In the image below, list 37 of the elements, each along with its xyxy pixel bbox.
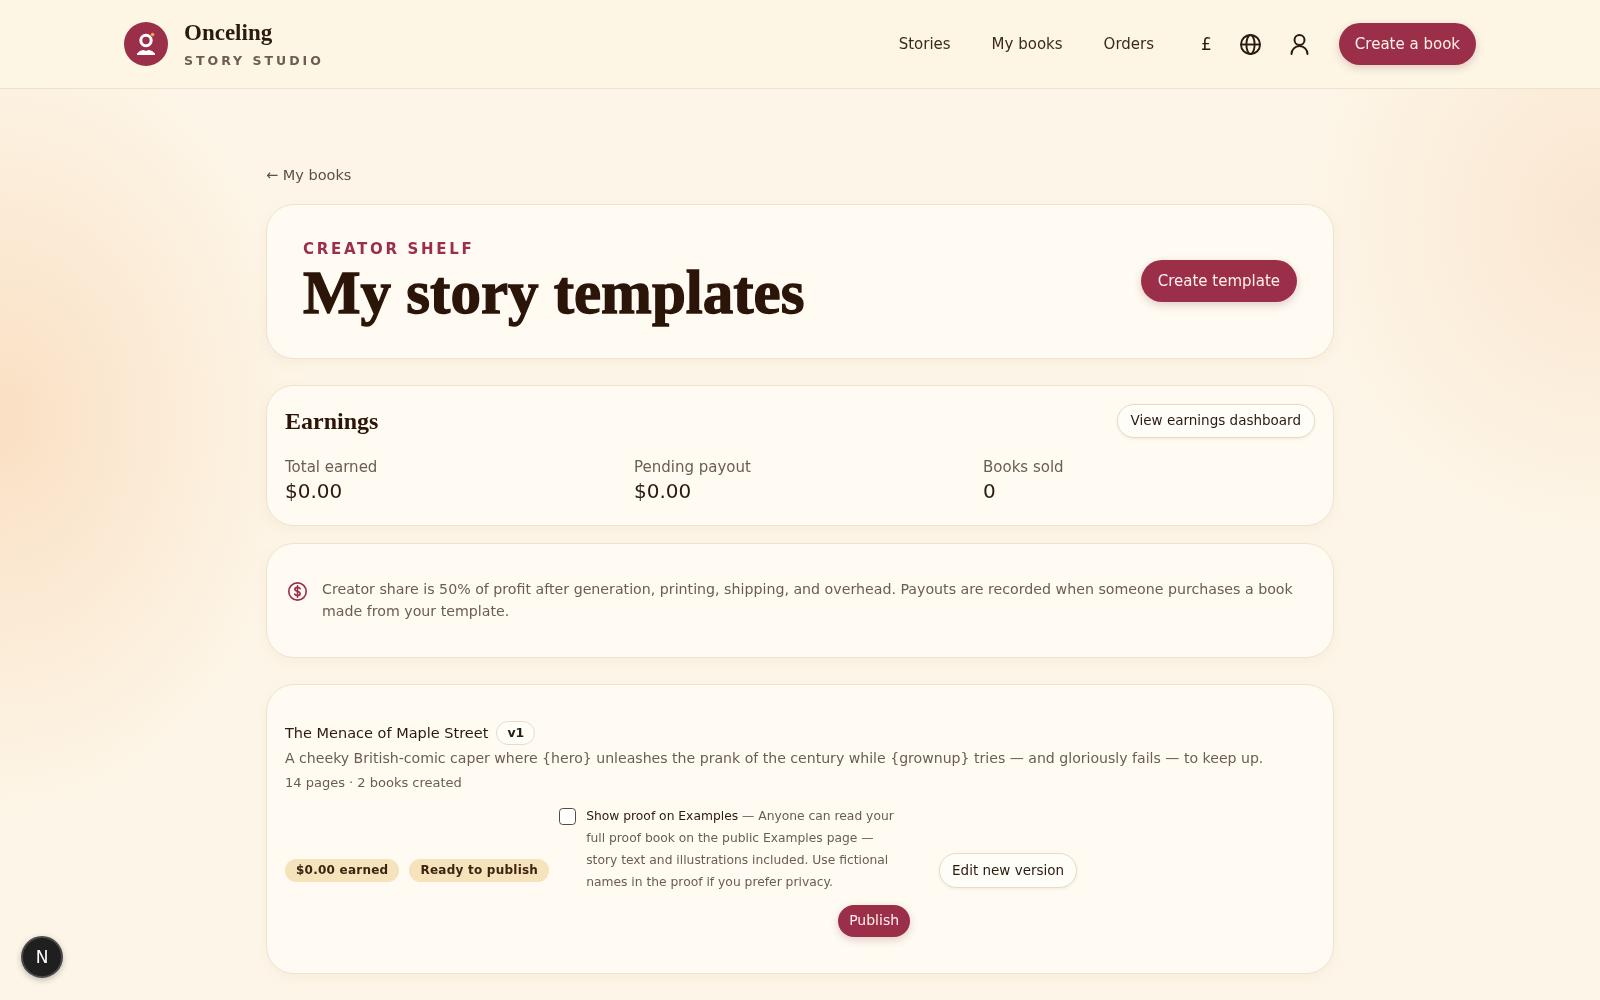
metric-label: Pending payout <box>634 456 752 477</box>
metric-value: $0.00 <box>285 477 344 504</box>
metric-label: Total earned <box>285 456 379 477</box>
proof-toggle-text: Show proof on Examples — Anyone can read your full proof book on the public Examples page — story text and illustrations included. Use fictional names in the proof if you prefer privacy. <box>586 807 895 891</box>
publish-button[interactable]: Publish <box>838 904 911 937</box>
language-button[interactable] <box>1239 33 1261 55</box>
create-book-button[interactable]: Create a book <box>1338 23 1476 65</box>
dollar-coin-icon <box>288 581 307 601</box>
user-icon <box>1288 33 1310 55</box>
metric-value: $0.00 <box>634 477 693 504</box>
eyebrow-label: CREATOR SHELF <box>303 238 476 259</box>
nav-link[interactable]: My books <box>991 34 1063 54</box>
nav-link[interactable]: Orders <box>1103 34 1155 54</box>
edit-version-button[interactable]: Edit new version <box>939 853 1078 888</box>
logo-icon <box>124 22 168 66</box>
earnings-dashboard-button[interactable]: View earnings dashboard <box>1116 403 1315 438</box>
currency-button[interactable]: £ <box>1201 35 1212 53</box>
page-title: My story templates <box>303 261 805 324</box>
create-template-button[interactable]: Create template <box>1140 260 1297 302</box>
version-badge: v1 <box>496 720 536 745</box>
back-link[interactable]: ← My books <box>266 165 352 185</box>
brand-name: Onceling <box>184 20 274 44</box>
metric-label: Books sold <box>983 456 1065 477</box>
brand-tagline: STORY STUDIO <box>184 54 324 68</box>
dev-tools-button[interactable]: N <box>21 936 63 978</box>
status-badge: Ready to publish <box>409 859 550 882</box>
nav-link[interactable]: Stories <box>898 34 951 54</box>
status-badge: $0.00 earned <box>285 859 400 882</box>
template-meta: 14 pages · 2 books created <box>285 773 463 792</box>
checkbox[interactable] <box>559 807 577 825</box>
notice-text: Creator share is 50% of profit after generation, printing, shipping, and overhead. Payouts are recorded when someone purchases a book made from your template. <box>322 579 1294 621</box>
template-description: A cheeky British-comic caper where {hero} unleashes the prank of the century while {grownup} tries — and gloriously fails — to keep up. <box>285 748 1265 768</box>
metric-value: 0 <box>983 477 997 504</box>
section-title: Earnings <box>285 406 379 436</box>
template-title: The Menace of Maple Street <box>285 723 489 743</box>
globe-icon <box>1239 33 1261 55</box>
account-button[interactable] <box>1288 33 1310 55</box>
